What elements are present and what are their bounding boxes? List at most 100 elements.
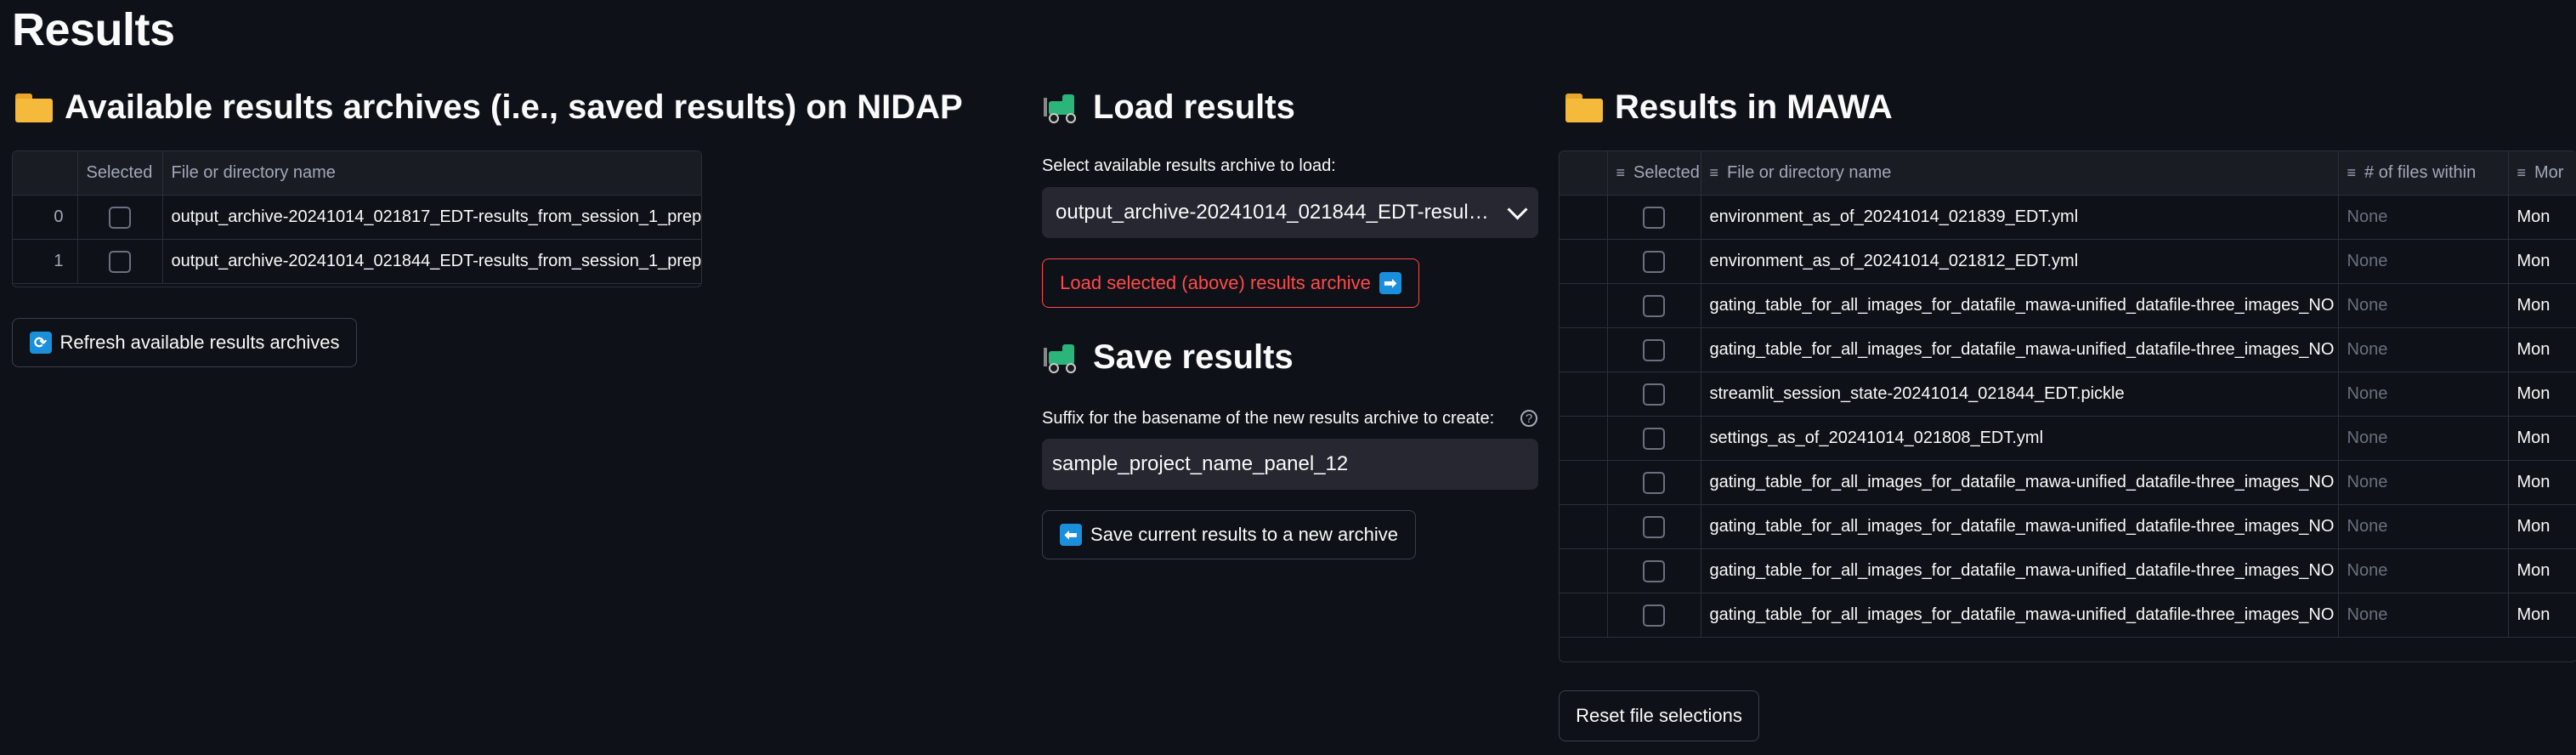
table-row[interactable]: gating_table_for_all_images_for_datafile… (1560, 504, 2576, 549)
row-checkbox[interactable] (1643, 383, 1665, 406)
row-checkbox[interactable] (1643, 515, 1665, 538)
archive-select-value: output_archive-20241014_021844_EDT-resul… (1056, 201, 1493, 224)
column-header-modified[interactable]: ≡ Mor (2508, 151, 2576, 196)
row-file-name: gating_table_for_all_images_for_datafile… (1701, 460, 2339, 505)
table-row[interactable]: gating_table_for_all_images_for_datafile… (1560, 548, 2576, 593)
row-select-cell[interactable] (1607, 593, 1701, 638)
row-file-name: streamlit_session_state-20241014_021844_… (1701, 372, 2339, 417)
column-header-name-label: File or directory name (1727, 163, 1892, 182)
table-row[interactable]: 1 output_archive-20241014_021844_EDT-resu… (13, 239, 701, 284)
suffix-input[interactable]: sample_project_name_panel_12 (1042, 439, 1538, 490)
edit-column-icon: ≡ (2347, 164, 2357, 181)
table-row[interactable]: streamlit_session_state-20241014_021844_… (1560, 372, 2576, 417)
row-modified: Mon (2508, 460, 2576, 505)
row-index: 1 (13, 239, 78, 284)
table-row[interactable]: gating_table_for_all_images_for_datafile… (1560, 283, 2576, 328)
table-row[interactable]: gating_table_for_all_images_for_datafile… (1560, 593, 2576, 638)
row-file-name: environment_as_of_20241014_021812_EDT.ym… (1701, 239, 2339, 284)
row-file-name: output_archive-20241014_021817_EDT-resul… (162, 195, 701, 240)
save-archive-button[interactable]: ⬅ Save current results to a new archive (1042, 510, 1416, 559)
mawa-results-title-text: Results in MAWA (1615, 88, 1893, 126)
row-file-name: output_archive-20241014_021844_EDT-resul… (162, 239, 701, 284)
suffix-label: Suffix for the basename of the new resul… (1042, 409, 1495, 428)
row-modified: Mon (2508, 593, 2576, 638)
table-row[interactable]: gating_table_for_all_images_for_datafile… (1560, 327, 2576, 372)
row-index (1560, 593, 1608, 638)
nidap-archives-title-text: Available results archives (i.e., saved … (65, 88, 963, 126)
row-select-cell[interactable] (77, 239, 163, 284)
table-row[interactable]: gating_table_for_all_images_for_datafile… (1560, 460, 2576, 505)
row-modified: Mon (2508, 327, 2576, 372)
row-checkbox[interactable] (1643, 250, 1665, 273)
load-results-title-text: Load results (1093, 88, 1295, 126)
row-file-count: None (2338, 195, 2509, 240)
row-file-name: settings_as_of_20241014_021808_EDT.yml (1701, 416, 2339, 461)
column-header-files-label: # of files within (2364, 163, 2477, 182)
row-select-cell[interactable] (1607, 283, 1701, 328)
refresh-archives-button[interactable]: ⟳ Refresh available results archives (12, 318, 357, 367)
row-checkbox[interactable] (109, 250, 131, 273)
row-select-cell[interactable] (1607, 548, 1701, 593)
load-archive-label: Load selected (above) results archive (1060, 272, 1371, 293)
row-select-cell[interactable] (77, 195, 163, 240)
row-index (1560, 460, 1608, 505)
row-select-cell[interactable] (1607, 460, 1701, 505)
row-file-name: gating_table_for_all_images_for_datafile… (1701, 593, 2339, 638)
table-row[interactable]: environment_as_of_20241014_021839_EDT.ym… (1560, 195, 2576, 240)
row-file-count: None (2338, 283, 2509, 328)
row-checkbox[interactable] (1643, 471, 1665, 494)
row-modified: Mon (2508, 239, 2576, 284)
row-modified: Mon (2508, 195, 2576, 240)
row-checkbox[interactable] (1643, 427, 1665, 450)
row-modified: Mon (2508, 416, 2576, 461)
row-checkbox[interactable] (1643, 338, 1665, 361)
row-file-name: gating_table_for_all_images_for_datafile… (1701, 327, 2339, 372)
row-file-count: None (2338, 416, 2509, 461)
row-select-cell[interactable] (1607, 239, 1701, 284)
row-file-count: None (2338, 548, 2509, 593)
save-results-title: Save results (1044, 338, 1294, 377)
row-file-name: gating_table_for_all_images_for_datafile… (1701, 548, 2339, 593)
row-checkbox[interactable] (1643, 604, 1665, 627)
row-select-cell[interactable] (1607, 327, 1701, 372)
column-header-name[interactable]: File or directory name (162, 151, 701, 196)
suffix-input-value: sample_project_name_panel_12 (1052, 452, 1349, 475)
chevron-down-icon (1507, 198, 1528, 220)
row-checkbox[interactable] (109, 206, 131, 229)
left-arrow-icon: ⬅ (1060, 524, 1083, 546)
row-select-cell[interactable] (1607, 504, 1701, 549)
row-index (1560, 195, 1608, 240)
forklift-icon (1044, 343, 1081, 373)
row-select-cell[interactable] (1607, 372, 1701, 417)
row-index (1560, 283, 1608, 328)
page-title: Results (12, 4, 175, 55)
row-select-cell[interactable] (1607, 195, 1701, 240)
folder-icon (1565, 93, 1603, 122)
row-file-name: gating_table_for_all_images_for_datafile… (1701, 504, 2339, 549)
table-row[interactable]: settings_as_of_20241014_021808_EDT.yml No… (1560, 416, 2576, 461)
reset-selections-label: Reset file selections (1576, 705, 1742, 726)
table-row[interactable]: 0 output_archive-20241014_021817_EDT-resu… (13, 195, 701, 240)
row-file-count: None (2338, 460, 2509, 505)
mawa-results-table[interactable]: ≡ Selected ≡ File or directory name ≡ # of … (1559, 150, 2576, 662)
column-header-selected[interactable]: ≡ Selected (1607, 151, 1701, 196)
table-row[interactable]: environment_as_of_20241014_021812_EDT.ym… (1560, 239, 2576, 284)
row-modified: Mon (2508, 548, 2576, 593)
load-archive-button[interactable]: Load selected (above) results archive ➡ (1042, 258, 1419, 308)
column-header-index (1560, 151, 1608, 196)
column-header-name[interactable]: ≡ File or directory name (1701, 151, 2339, 196)
row-index (1560, 504, 1608, 549)
column-header-files[interactable]: ≡ # of files within (2338, 151, 2509, 196)
column-header-selected[interactable]: Selected (77, 151, 163, 196)
column-header-selected-label: Selected (1633, 163, 1700, 182)
help-icon[interactable]: ? (1520, 410, 1537, 427)
row-checkbox[interactable] (1643, 559, 1665, 582)
row-index: 0 (13, 195, 78, 240)
reset-selections-button[interactable]: Reset file selections (1559, 690, 1759, 741)
row-checkbox[interactable] (1643, 294, 1665, 317)
row-checkbox[interactable] (1643, 206, 1665, 229)
row-select-cell[interactable] (1607, 416, 1701, 461)
table-header-row: Selected File or directory name (13, 151, 701, 196)
row-file-count: None (2338, 593, 2509, 638)
archive-select[interactable]: output_archive-20241014_021844_EDT-resul… (1042, 187, 1538, 238)
